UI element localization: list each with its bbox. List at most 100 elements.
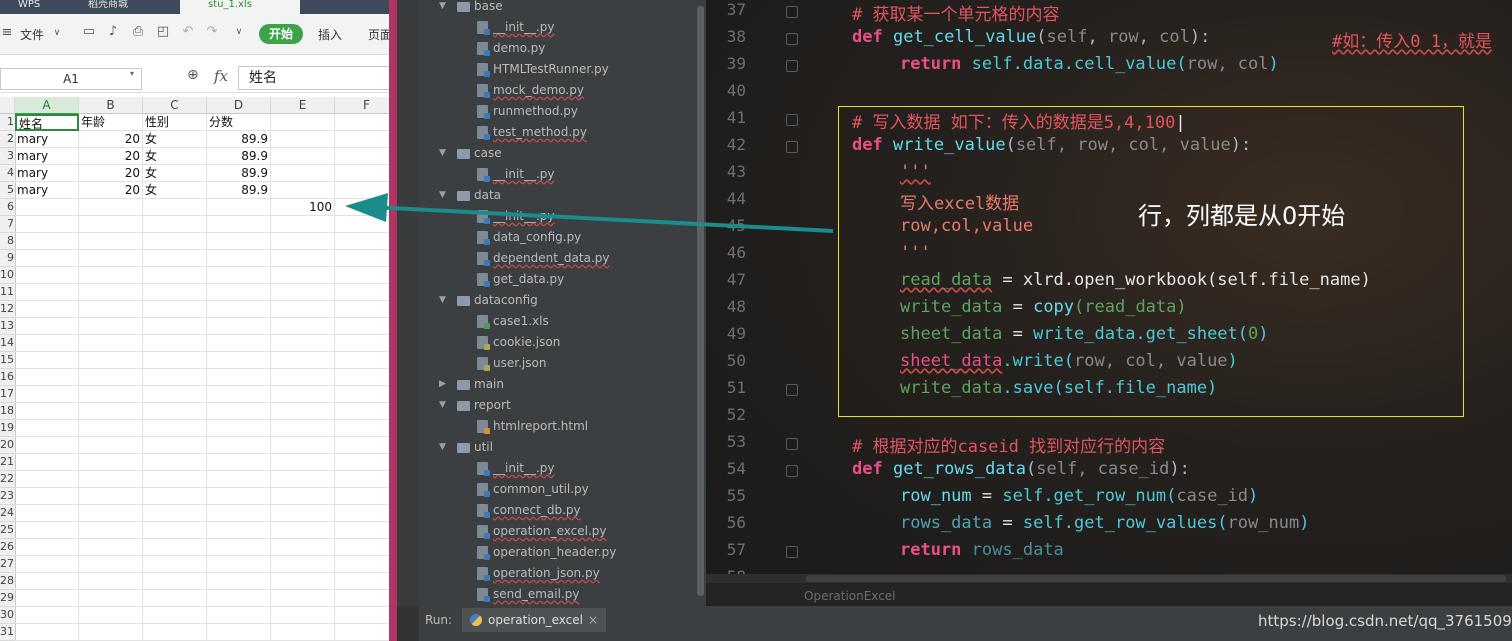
grid-cell[interactable] <box>15 505 79 522</box>
grid-cell[interactable] <box>335 182 389 199</box>
grid-cell[interactable] <box>143 556 207 573</box>
tree-file[interactable]: case1.xls <box>419 311 696 332</box>
grid-cell[interactable] <box>271 573 335 590</box>
grid-cell[interactable] <box>335 488 389 505</box>
grid-cell[interactable] <box>271 267 335 284</box>
tree-folder-data[interactable]: ▼ data <box>419 185 696 206</box>
grid-cell[interactable]: mary <box>15 148 79 165</box>
grid-cell[interactable] <box>271 505 335 522</box>
menu-icon[interactable]: ≡ <box>0 26 14 40</box>
row-header[interactable]: 29 <box>0 590 16 607</box>
column-header-b[interactable]: B <box>79 97 143 114</box>
grid-cell[interactable] <box>15 233 79 250</box>
row-header[interactable]: 18 <box>0 403 16 420</box>
grid-cell[interactable] <box>335 318 389 335</box>
grid-cell[interactable] <box>271 607 335 624</box>
grid-cell[interactable] <box>207 420 271 437</box>
grid-cell[interactable] <box>271 114 335 131</box>
grid-cell[interactable] <box>207 505 271 522</box>
grid-cell[interactable] <box>143 590 207 607</box>
code-line-37[interactable]: # 获取某一个单元格的内容 <box>852 0 1059 25</box>
row-header[interactable]: 28 <box>0 573 16 590</box>
row-header[interactable]: 10 <box>0 267 16 284</box>
row-header[interactable]: 19 <box>0 420 16 437</box>
tree-folder-dataconfig[interactable]: ▼ dataconfig <box>419 290 696 311</box>
grid-cell[interactable] <box>143 573 207 590</box>
row-header[interactable]: 13 <box>0 318 16 335</box>
grid-cell[interactable] <box>207 216 271 233</box>
grid-cell[interactable] <box>335 148 389 165</box>
grid-cell[interactable] <box>335 250 389 267</box>
chevron-down-icon[interactable]: ▼ <box>439 185 446 206</box>
print-preview-icon[interactable]: ◰ <box>156 25 170 39</box>
grid-cell[interactable] <box>271 454 335 471</box>
grid-cell[interactable]: 女 <box>143 131 207 148</box>
grid-cell[interactable] <box>143 454 207 471</box>
grid-cell[interactable] <box>15 199 79 216</box>
tree-file[interactable]: test_method.py <box>419 122 696 143</box>
grid-cell[interactable] <box>335 233 389 250</box>
grid-cell[interactable] <box>271 556 335 573</box>
grid-cell[interactable] <box>271 131 335 148</box>
tree-folder-util[interactable]: ▼ util <box>419 437 696 458</box>
grid-cell[interactable] <box>15 318 79 335</box>
grid-cell[interactable]: 20 <box>79 131 143 148</box>
tree-file[interactable]: send_email.py <box>419 584 696 605</box>
grid-cell[interactable] <box>335 590 389 607</box>
grid-cell[interactable] <box>79 420 143 437</box>
grid-cell[interactable] <box>335 556 389 573</box>
grid-cell[interactable] <box>271 250 335 267</box>
grid-cell[interactable] <box>15 216 79 233</box>
grid-cell[interactable] <box>207 199 271 216</box>
grid-cell[interactable] <box>79 233 143 250</box>
tree-file[interactable]: demo.py <box>419 38 696 59</box>
grid-cell[interactable] <box>79 216 143 233</box>
grid-cell[interactable] <box>335 114 389 131</box>
row-header[interactable]: 26 <box>0 539 16 556</box>
grid-cell[interactable] <box>79 522 143 539</box>
grid-cell[interactable] <box>79 199 143 216</box>
tree-file[interactable]: operation_json.py <box>419 563 696 584</box>
undo-icon[interactable]: ↶ <box>181 25 195 39</box>
tree-folder-base[interactable]: ▼ base <box>419 0 696 17</box>
tab-stu-xls[interactable]: stu_1.xls <box>180 0 300 14</box>
grid-cell[interactable] <box>79 590 143 607</box>
tree-file[interactable]: __init__.py <box>419 206 696 227</box>
grid-cell[interactable] <box>335 165 389 182</box>
print-icon[interactable]: ⎙ <box>131 25 145 39</box>
name-box[interactable]: A1 <box>0 68 142 90</box>
close-icon[interactable]: × <box>588 608 598 632</box>
grid-cell[interactable]: 女 <box>143 165 207 182</box>
zoom-icon[interactable]: ⊕ <box>187 67 199 83</box>
row-header[interactable]: 31 <box>0 624 16 641</box>
row-header[interactable]: 11 <box>0 284 16 301</box>
grid-cell[interactable] <box>143 267 207 284</box>
fold-marker-icon[interactable] <box>786 438 798 450</box>
grid-cell[interactable] <box>335 352 389 369</box>
grid-cell[interactable] <box>271 420 335 437</box>
tree-file[interactable]: mock_demo.py <box>419 80 696 101</box>
grid-cell[interactable] <box>143 624 207 641</box>
grid-cell[interactable] <box>15 454 79 471</box>
grid-cell[interactable] <box>79 318 143 335</box>
tree-file[interactable]: __init__.py <box>419 164 696 185</box>
start-tab-button[interactable]: 开始 <box>259 24 303 44</box>
grid-cell[interactable] <box>335 301 389 318</box>
row-header[interactable]: 21 <box>0 454 16 471</box>
fx-icon[interactable]: fx <box>214 67 228 85</box>
grid-cell[interactable] <box>143 471 207 488</box>
grid-cell[interactable] <box>15 556 79 573</box>
column-header-d[interactable]: D <box>207 97 271 114</box>
grid-cell[interactable] <box>207 318 271 335</box>
grid-cell[interactable] <box>335 505 389 522</box>
grid-cell[interactable] <box>143 250 207 267</box>
grid-cell[interactable] <box>79 301 143 318</box>
grid-cell[interactable] <box>143 335 207 352</box>
row-header[interactable]: 5 <box>0 182 16 199</box>
row-header[interactable]: 22 <box>0 471 16 488</box>
grid-cell[interactable] <box>271 471 335 488</box>
grid-cell[interactable] <box>143 386 207 403</box>
grid-cell[interactable] <box>143 369 207 386</box>
code-line-57[interactable]: return rows_data <box>900 540 1064 560</box>
grid-cell[interactable] <box>79 471 143 488</box>
